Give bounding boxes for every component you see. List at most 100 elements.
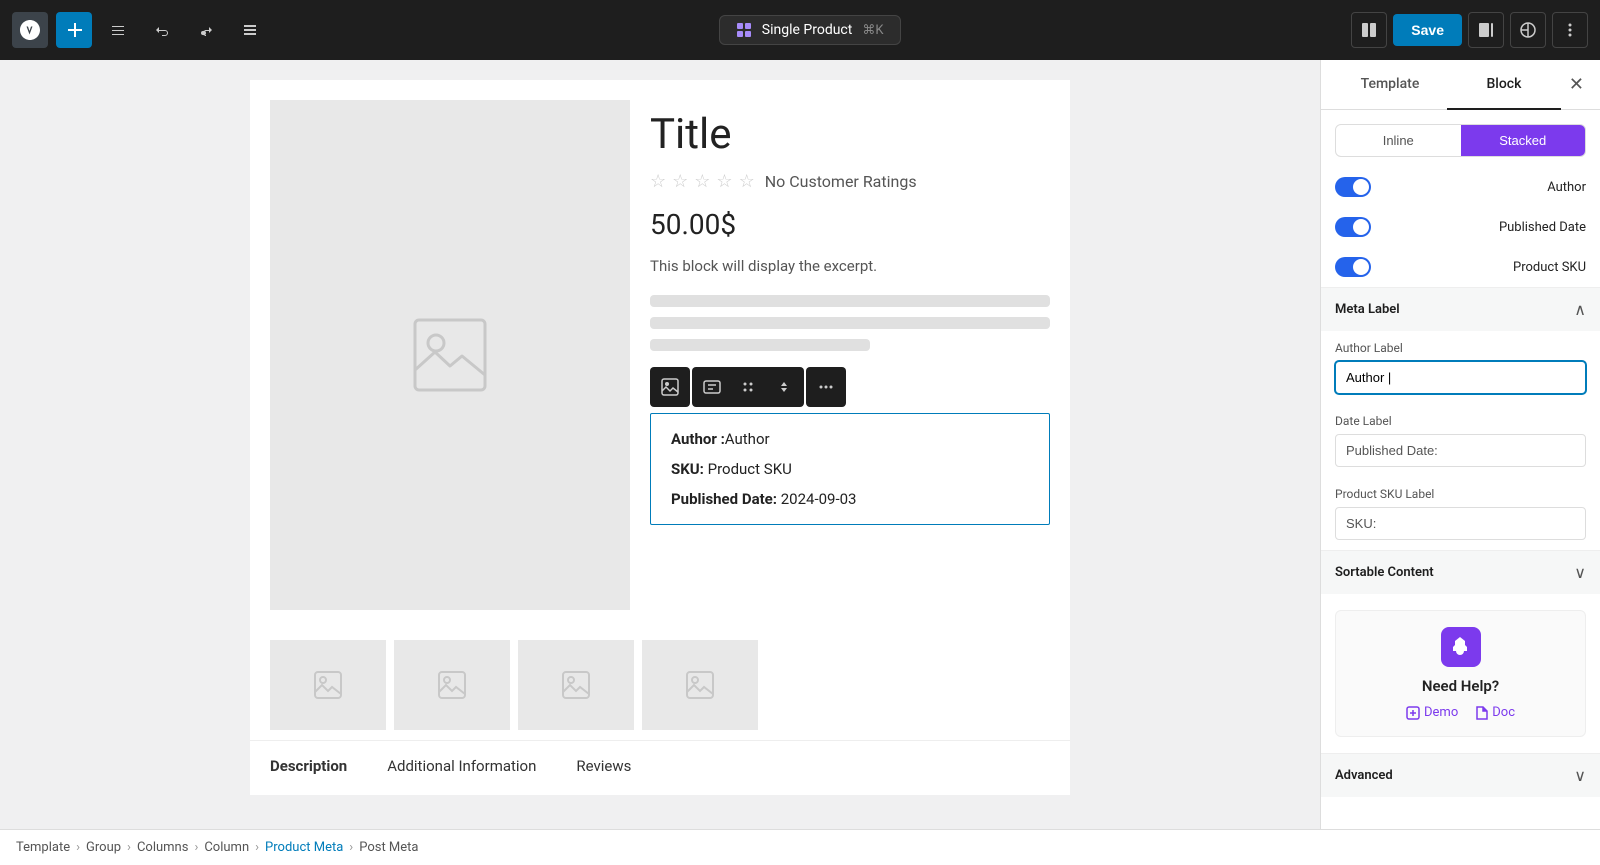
bc-template[interactable]: Template [16,840,70,855]
redo-button[interactable] [188,12,224,48]
bc-product-meta[interactable]: Product Meta [265,840,343,855]
demo-link[interactable]: Demo [1406,705,1458,720]
bc-columns[interactable]: Columns [137,840,189,855]
doc-link[interactable]: Doc [1474,705,1515,720]
advanced-title: Advanced [1335,768,1393,783]
product-meta-box[interactable]: Author :Author SKU: Product SKU Publishe… [650,413,1050,525]
bc-column[interactable]: Column [204,840,249,855]
advanced-chevron: ∨ [1574,766,1586,785]
layout-toggle: Inline Stacked [1335,124,1586,157]
date-value: 2024-09-03 [781,490,857,508]
ratings-text: No Customer Ratings [765,172,917,191]
product-tabs: Description Additional Information Revie… [250,740,1070,795]
advanced-section[interactable]: Advanced ∨ [1321,753,1600,797]
sortable-chevron: ∨ [1574,563,1586,582]
page-canvas: Title ☆ ☆ ☆ ☆ ☆ No Customer Ratings 50.0… [250,80,1070,795]
right-panel: Template Block ✕ Inline Stacked Author P… [1320,60,1600,829]
product-sku-toggle-row: Product SKU [1321,247,1600,287]
tab-additional-info[interactable]: Additional Information [387,757,536,779]
sidebar-toggle-button[interactable] [1468,12,1504,48]
product-excerpt: This block will display the excerpt. [650,257,1050,275]
date-label-input[interactable] [1335,434,1586,467]
star-4: ☆ [716,171,732,192]
sortable-content-section[interactable]: Sortable Content ∨ [1321,550,1600,594]
undo-button[interactable] [144,12,180,48]
panel-tabs: Template Block ✕ [1321,60,1600,110]
product-price: 50.00$ [650,208,1050,241]
published-date-toggle-row: Published Date [1321,207,1600,247]
template-breadcrumb[interactable]: Single Product ⌘K [719,15,901,45]
product-sku-label: Product SKU [1513,260,1586,275]
tab-template[interactable]: Template [1333,60,1447,110]
thumbnail-row [250,630,1070,740]
product-sku-toggle[interactable] [1335,257,1371,277]
tools-button[interactable] [100,12,136,48]
thumbnail-3[interactable] [518,640,634,730]
meta-label-title: Meta Label [1335,302,1400,317]
save-button[interactable]: Save [1393,14,1462,46]
author-label-input[interactable] [1335,361,1586,394]
product-info: Title ☆ ☆ ☆ ☆ ☆ No Customer Ratings 50.0… [650,100,1050,610]
topbar-right: Save [1351,12,1588,48]
thumbnail-4[interactable] [642,640,758,730]
layout-inline-button[interactable]: Inline [1336,125,1461,156]
date-label: Published Date: [671,490,777,508]
date-row: Published Date: 2024-09-03 [671,490,1029,508]
date-label-group: Date Label [1321,404,1600,477]
star-1: ☆ [650,171,666,192]
breadcrumb-shortcut: ⌘K [862,23,883,38]
published-date-label: Published Date [1499,220,1586,235]
bc-group[interactable]: Group [86,840,121,855]
view-toggle-button[interactable] [1351,12,1387,48]
meta-icon-tool[interactable] [694,369,730,405]
author-row: Author :Author [671,430,1029,448]
bottom-breadcrumb: Template › Group › Columns › Column › Pr… [0,829,1600,865]
wp-logo [12,12,48,48]
product-image-tool[interactable] [652,369,688,405]
layout-stacked-button[interactable]: Stacked [1461,125,1586,156]
thumbnail-2[interactable] [394,640,510,730]
meta-label-section[interactable]: Meta Label ∧ [1321,287,1600,331]
published-date-toggle[interactable] [1335,217,1371,237]
skeleton-2 [650,317,1050,329]
move-up-down[interactable] [766,369,802,405]
author-toggle[interactable] [1335,177,1371,197]
sku-label: SKU: [671,460,704,478]
panel-close-button[interactable]: ✕ [1565,70,1588,99]
author-toggle-row: Author [1321,167,1600,207]
breadcrumb-text: Single Product [762,22,853,38]
main-layout: Title ☆ ☆ ☆ ☆ ☆ No Customer Ratings 50.0… [0,60,1600,829]
more-options-button[interactable] [1552,12,1588,48]
drag-handle[interactable] [730,369,766,405]
thumbnail-1[interactable] [270,640,386,730]
topbar-center: Single Product ⌘K [276,15,1343,45]
sku-label-input[interactable] [1335,507,1586,540]
product-image-main [270,100,630,610]
meta-toolbar [692,367,804,407]
author-label-field-label: Author Label [1335,341,1586,355]
need-help-icon [1441,627,1481,667]
tab-reviews[interactable]: Reviews [576,757,631,779]
author-label: Author : [671,430,725,448]
need-help-box: Need Help? Demo Doc [1335,610,1586,737]
author-toggle-label: Author [1547,180,1586,195]
more-toolbar [806,367,846,407]
sku-row: SKU: Product SKU [671,460,1029,478]
bc-post-meta[interactable]: Post Meta [359,840,418,855]
skeleton-3 [650,339,870,351]
canvas-area: Title ☆ ☆ ☆ ☆ ☆ No Customer Ratings 50.0… [0,60,1320,829]
star-3: ☆ [694,171,710,192]
product-title: Title [650,110,1050,159]
add-block-button[interactable] [56,12,92,48]
list-view-button[interactable] [232,12,268,48]
meta-label-chevron: ∧ [1574,300,1586,319]
block-toolbar-wrapper [650,367,1050,407]
more-block-options[interactable] [808,369,844,405]
product-ratings: ☆ ☆ ☆ ☆ ☆ No Customer Ratings [650,171,1050,192]
skeleton-1 [650,295,1050,307]
tab-description[interactable]: Description [270,757,347,779]
topbar: Single Product ⌘K Save [0,0,1600,60]
appearance-button[interactable] [1510,12,1546,48]
tab-block[interactable]: Block [1447,60,1561,110]
help-links: Demo Doc [1352,705,1569,720]
